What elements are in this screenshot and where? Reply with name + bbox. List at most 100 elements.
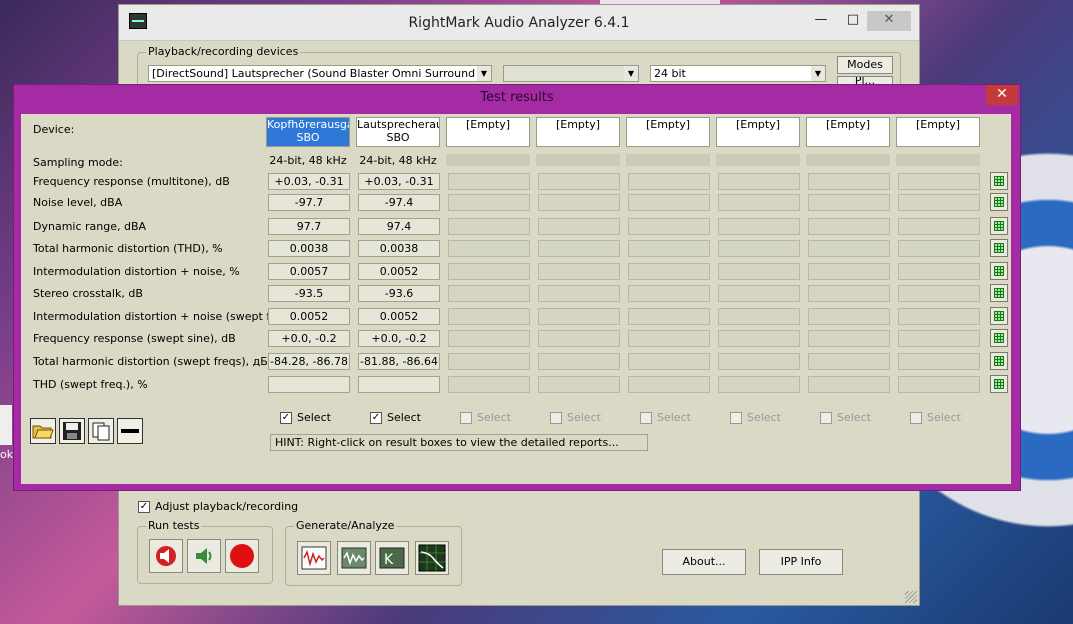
result-value-box[interactable]	[358, 376, 440, 393]
graph-report-button[interactable]	[990, 193, 1008, 211]
result-empty-box[interactable]	[628, 308, 710, 325]
results-close-button[interactable]: ✕	[986, 85, 1018, 105]
result-empty-box[interactable]	[898, 240, 980, 257]
ipp-info-button[interactable]: IPP Info	[759, 549, 843, 575]
select-checkbox[interactable]	[640, 412, 652, 424]
channel-select[interactable]: ▼	[503, 65, 639, 82]
result-empty-box[interactable]	[448, 240, 530, 257]
result-empty-box[interactable]	[538, 330, 620, 347]
result-empty-box[interactable]	[448, 376, 530, 393]
result-empty-box[interactable]	[808, 330, 890, 347]
result-value-box[interactable]: 0.0052	[358, 308, 440, 325]
result-empty-box[interactable]	[718, 376, 800, 393]
result-empty-box[interactable]	[808, 308, 890, 325]
result-empty-box[interactable]	[898, 353, 980, 370]
result-empty-box[interactable]	[898, 263, 980, 280]
result-value-box[interactable]: 0.0038	[268, 240, 350, 257]
graph-report-button[interactable]	[990, 217, 1008, 235]
graph-report-button[interactable]	[990, 329, 1008, 347]
select-checkbox[interactable]: ✓	[370, 412, 382, 424]
select-checkbox[interactable]	[550, 412, 562, 424]
result-empty-box[interactable]	[628, 353, 710, 370]
device-select[interactable]: [DirectSound] Lautsprecher (Sound Blaste…	[148, 65, 492, 82]
result-value-box[interactable]: 0.0038	[358, 240, 440, 257]
result-value-box[interactable]: -93.5	[268, 285, 350, 302]
result-empty-box[interactable]	[718, 218, 800, 235]
device-box-2[interactable]: Lautsprecherausgang SBO	[356, 117, 440, 147]
result-value-box[interactable]: -84.28, -86.78	[268, 353, 350, 370]
device-box-4[interactable]: [Empty]	[536, 117, 620, 147]
select-checkbox[interactable]	[730, 412, 742, 424]
result-empty-box[interactable]	[628, 285, 710, 302]
modes-button[interactable]: Modes	[837, 56, 893, 74]
result-empty-box[interactable]	[898, 285, 980, 302]
speaker-test-button[interactable]	[187, 539, 221, 573]
select-checkbox[interactable]	[460, 412, 472, 424]
result-empty-box[interactable]	[538, 285, 620, 302]
result-empty-box[interactable]	[718, 263, 800, 280]
result-empty-box[interactable]	[898, 218, 980, 235]
record-button[interactable]	[225, 539, 259, 573]
result-empty-box[interactable]	[808, 285, 890, 302]
result-empty-box[interactable]	[718, 308, 800, 325]
maximize-button[interactable]: □	[841, 11, 865, 31]
graph-report-button[interactable]	[990, 172, 1008, 190]
result-empty-box[interactable]	[898, 173, 980, 190]
graph-button[interactable]	[415, 541, 449, 575]
result-value-box[interactable]: 0.0052	[268, 308, 350, 325]
result-empty-box[interactable]	[538, 263, 620, 280]
result-value-box[interactable]: +0.03, -0.31	[358, 173, 440, 190]
device-box-5[interactable]: [Empty]	[626, 117, 710, 147]
result-empty-box[interactable]	[448, 308, 530, 325]
result-value-box[interactable]: -97.4	[358, 194, 440, 211]
result-empty-box[interactable]	[808, 194, 890, 211]
result-value-box[interactable]: -81.88, -86.64	[358, 353, 440, 370]
minimize-button[interactable]: —	[809, 11, 833, 31]
device-box-7[interactable]: [Empty]	[806, 117, 890, 147]
result-empty-box[interactable]	[898, 308, 980, 325]
result-empty-box[interactable]	[808, 376, 890, 393]
adjust-checkbox[interactable]: ✓	[138, 501, 150, 513]
result-empty-box[interactable]	[538, 240, 620, 257]
result-empty-box[interactable]	[538, 194, 620, 211]
result-empty-box[interactable]	[718, 330, 800, 347]
result-empty-box[interactable]	[808, 218, 890, 235]
result-empty-box[interactable]	[448, 330, 530, 347]
result-value-box[interactable]: 97.7	[268, 218, 350, 235]
analyze-button[interactable]	[337, 541, 371, 575]
result-empty-box[interactable]	[628, 330, 710, 347]
result-empty-box[interactable]	[628, 173, 710, 190]
result-value-box[interactable]: 0.0052	[358, 263, 440, 280]
result-empty-box[interactable]	[628, 240, 710, 257]
save-button[interactable]	[59, 418, 85, 444]
result-empty-box[interactable]	[628, 218, 710, 235]
result-empty-box[interactable]	[448, 263, 530, 280]
graph-report-button[interactable]	[990, 375, 1008, 393]
result-empty-box[interactable]	[538, 376, 620, 393]
result-empty-box[interactable]	[448, 173, 530, 190]
result-empty-box[interactable]	[538, 353, 620, 370]
result-empty-box[interactable]	[808, 240, 890, 257]
about-button[interactable]: About...	[662, 549, 746, 575]
graph-report-button[interactable]	[990, 239, 1008, 257]
graph-report-button[interactable]	[990, 307, 1008, 325]
generate-button[interactable]	[297, 541, 331, 575]
result-value-box[interactable]: 0.0057	[268, 263, 350, 280]
desktop-icon-fragment[interactable]	[0, 405, 12, 445]
result-value-box[interactable]: +0.0, -0.2	[268, 330, 350, 347]
result-value-box[interactable]: 97.4	[358, 218, 440, 235]
result-empty-box[interactable]	[898, 330, 980, 347]
result-empty-box[interactable]	[808, 173, 890, 190]
graph-report-button[interactable]	[990, 352, 1008, 370]
select-checkbox[interactable]: ✓	[280, 412, 292, 424]
result-empty-box[interactable]	[538, 218, 620, 235]
result-value-box[interactable]: -97.7	[268, 194, 350, 211]
result-empty-box[interactable]	[628, 194, 710, 211]
result-empty-box[interactable]	[628, 376, 710, 393]
result-value-box[interactable]: -93.6	[358, 285, 440, 302]
result-empty-box[interactable]	[718, 240, 800, 257]
graph-report-button[interactable]	[990, 262, 1008, 280]
result-empty-box[interactable]	[898, 194, 980, 211]
device-box-8[interactable]: [Empty]	[896, 117, 980, 147]
result-empty-box[interactable]	[718, 285, 800, 302]
